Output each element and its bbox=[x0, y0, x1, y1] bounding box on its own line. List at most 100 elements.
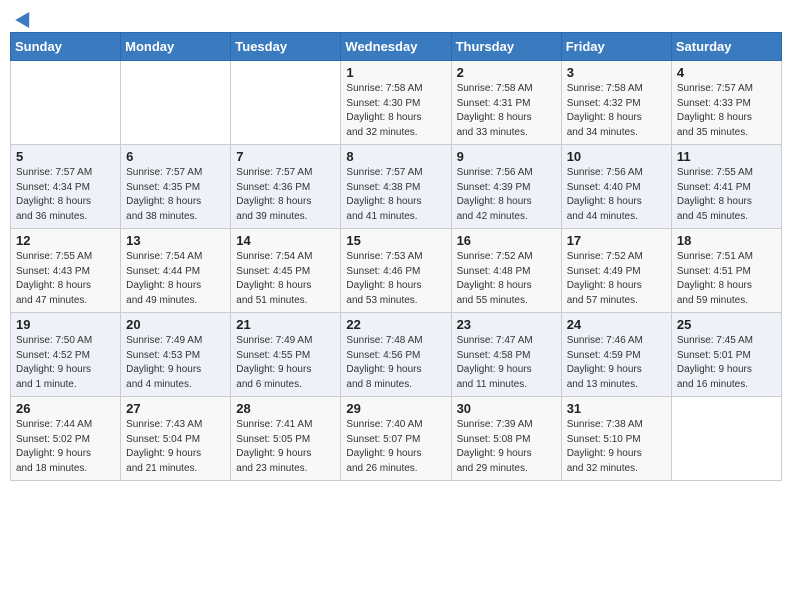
calendar-week-row: 19 Sunrise: 7:50 AM Sunset: 4:52 PM Dayli… bbox=[11, 313, 782, 397]
day-info: Sunrise: 7:52 AM Sunset: 4:48 PM Dayligh… bbox=[457, 250, 556, 308]
day-number: 19 bbox=[16, 317, 115, 332]
page-header bbox=[10, 10, 782, 24]
calendar-cell: 13 Sunrise: 7:54 AM Sunset: 4:44 PM Dayli… bbox=[121, 229, 231, 313]
day-number: 12 bbox=[16, 233, 115, 248]
weekday-header-tuesday: Tuesday bbox=[231, 33, 341, 61]
day-number: 27 bbox=[126, 401, 225, 416]
day-number: 20 bbox=[126, 317, 225, 332]
day-number: 29 bbox=[346, 401, 445, 416]
day-number: 18 bbox=[677, 233, 776, 248]
day-number: 24 bbox=[567, 317, 666, 332]
calendar-cell: 23Sunrise: 7:47 AM Sunset: 4:58 PM Dayli… bbox=[451, 313, 561, 397]
day-info: Sunrise: 7:55 AM Sunset: 4:41 PM Dayligh… bbox=[677, 166, 776, 224]
day-number: 3 bbox=[567, 65, 666, 80]
day-number: 16 bbox=[457, 233, 556, 248]
weekday-header-monday: Monday bbox=[121, 33, 231, 61]
day-info: Sunrise: 7:54 AM Sunset: 4:45 PM Dayligh… bbox=[236, 250, 335, 308]
logo-icon bbox=[15, 8, 36, 28]
calendar-cell: 30 Sunrise: 7:39 AM Sunset: 5:08 PM Dayli… bbox=[451, 397, 561, 481]
calendar-cell: 29 Sunrise: 7:40 AM Sunset: 5:07 PM Dayli… bbox=[341, 397, 451, 481]
day-info: Sunrise: 7:53 AM Sunset: 4:46 PM Dayligh… bbox=[346, 250, 445, 308]
day-info: Sunrise: 7:45 AM Sunset: 5:01 PM Dayligh… bbox=[677, 334, 776, 392]
calendar-cell: 10 Sunrise: 7:56 AM Sunset: 4:40 PM Dayli… bbox=[561, 145, 671, 229]
calendar-cell: 27Sunrise: 7:43 AM Sunset: 5:04 PM Dayli… bbox=[121, 397, 231, 481]
day-number: 25 bbox=[677, 317, 776, 332]
calendar-cell bbox=[671, 397, 781, 481]
calendar-cell: 31Sunrise: 7:38 AM Sunset: 5:10 PM Dayli… bbox=[561, 397, 671, 481]
day-number: 22 bbox=[346, 317, 445, 332]
calendar-cell: 6 Sunrise: 7:57 AM Sunset: 4:35 PM Daylig… bbox=[121, 145, 231, 229]
calendar-cell: 4 Sunrise: 7:57 AM Sunset: 4:33 PM Daylig… bbox=[671, 61, 781, 145]
calendar-table: SundayMondayTuesdayWednesdayThursdayFrid… bbox=[10, 32, 782, 481]
day-info: Sunrise: 7:52 AM Sunset: 4:49 PM Dayligh… bbox=[567, 250, 666, 308]
calendar-cell: 15 Sunrise: 7:53 AM Sunset: 4:46 PM Dayli… bbox=[341, 229, 451, 313]
calendar-cell: 22 Sunrise: 7:48 AM Sunset: 4:56 PM Dayli… bbox=[341, 313, 451, 397]
calendar-cell: 18 Sunrise: 7:51 AM Sunset: 4:51 PM Dayli… bbox=[671, 229, 781, 313]
day-info: Sunrise: 7:57 AM Sunset: 4:34 PM Dayligh… bbox=[16, 166, 115, 224]
day-info: Sunrise: 7:39 AM Sunset: 5:08 PM Dayligh… bbox=[457, 418, 556, 476]
calendar-week-row: 12 Sunrise: 7:55 AM Sunset: 4:43 PM Dayli… bbox=[11, 229, 782, 313]
calendar-week-row: 1Sunrise: 7:58 AM Sunset: 4:30 PM Daylig… bbox=[11, 61, 782, 145]
day-info: Sunrise: 7:57 AM Sunset: 4:38 PM Dayligh… bbox=[346, 166, 445, 224]
calendar-cell: 3 Sunrise: 7:58 AM Sunset: 4:32 PM Daylig… bbox=[561, 61, 671, 145]
day-number: 13 bbox=[126, 233, 225, 248]
weekday-header-saturday: Saturday bbox=[671, 33, 781, 61]
calendar-week-row: 26 Sunrise: 7:44 AM Sunset: 5:02 PM Dayli… bbox=[11, 397, 782, 481]
day-number: 11 bbox=[677, 149, 776, 164]
day-info: Sunrise: 7:51 AM Sunset: 4:51 PM Dayligh… bbox=[677, 250, 776, 308]
day-number: 7 bbox=[236, 149, 335, 164]
day-number: 31 bbox=[567, 401, 666, 416]
day-info: Sunrise: 7:55 AM Sunset: 4:43 PM Dayligh… bbox=[16, 250, 115, 308]
day-info: Sunrise: 7:57 AM Sunset: 4:33 PM Dayligh… bbox=[677, 82, 776, 140]
day-info: Sunrise: 7:44 AM Sunset: 5:02 PM Dayligh… bbox=[16, 418, 115, 476]
calendar-cell: 19 Sunrise: 7:50 AM Sunset: 4:52 PM Dayli… bbox=[11, 313, 121, 397]
day-info: Sunrise: 7:57 AM Sunset: 4:35 PM Dayligh… bbox=[126, 166, 225, 224]
calendar-cell: 17Sunrise: 7:52 AM Sunset: 4:49 PM Dayli… bbox=[561, 229, 671, 313]
day-number: 10 bbox=[567, 149, 666, 164]
day-number: 28 bbox=[236, 401, 335, 416]
day-info: Sunrise: 7:48 AM Sunset: 4:56 PM Dayligh… bbox=[346, 334, 445, 392]
day-info: Sunrise: 7:58 AM Sunset: 4:31 PM Dayligh… bbox=[457, 82, 556, 140]
day-info: Sunrise: 7:49 AM Sunset: 4:53 PM Dayligh… bbox=[126, 334, 225, 392]
calendar-cell: 21Sunrise: 7:49 AM Sunset: 4:55 PM Dayli… bbox=[231, 313, 341, 397]
day-number: 15 bbox=[346, 233, 445, 248]
weekday-header-thursday: Thursday bbox=[451, 33, 561, 61]
day-number: 9 bbox=[457, 149, 556, 164]
calendar-header-row: SundayMondayTuesdayWednesdayThursdayFrid… bbox=[11, 33, 782, 61]
day-info: Sunrise: 7:41 AM Sunset: 5:05 PM Dayligh… bbox=[236, 418, 335, 476]
day-number: 4 bbox=[677, 65, 776, 80]
day-number: 8 bbox=[346, 149, 445, 164]
day-info: Sunrise: 7:57 AM Sunset: 4:36 PM Dayligh… bbox=[236, 166, 335, 224]
calendar-cell: 14 Sunrise: 7:54 AM Sunset: 4:45 PM Dayli… bbox=[231, 229, 341, 313]
day-number: 21 bbox=[236, 317, 335, 332]
calendar-cell: 9Sunrise: 7:56 AM Sunset: 4:39 PM Daylig… bbox=[451, 145, 561, 229]
day-number: 30 bbox=[457, 401, 556, 416]
calendar-cell: 28 Sunrise: 7:41 AM Sunset: 5:05 PM Dayli… bbox=[231, 397, 341, 481]
calendar-cell: 2 Sunrise: 7:58 AM Sunset: 4:31 PM Daylig… bbox=[451, 61, 561, 145]
calendar-cell: 8 Sunrise: 7:57 AM Sunset: 4:38 PM Daylig… bbox=[341, 145, 451, 229]
day-info: Sunrise: 7:58 AM Sunset: 4:32 PM Dayligh… bbox=[567, 82, 666, 140]
day-number: 1 bbox=[346, 65, 445, 80]
weekday-header-sunday: Sunday bbox=[11, 33, 121, 61]
calendar-cell: 11 Sunrise: 7:55 AM Sunset: 4:41 PM Dayli… bbox=[671, 145, 781, 229]
calendar-cell: 25 Sunrise: 7:45 AM Sunset: 5:01 PM Dayli… bbox=[671, 313, 781, 397]
day-info: Sunrise: 7:40 AM Sunset: 5:07 PM Dayligh… bbox=[346, 418, 445, 476]
calendar-cell: 24 Sunrise: 7:46 AM Sunset: 4:59 PM Dayli… bbox=[561, 313, 671, 397]
calendar-cell: 5Sunrise: 7:57 AM Sunset: 4:34 PM Daylig… bbox=[11, 145, 121, 229]
day-info: Sunrise: 7:50 AM Sunset: 4:52 PM Dayligh… bbox=[16, 334, 115, 392]
day-number: 14 bbox=[236, 233, 335, 248]
calendar-cell: 1Sunrise: 7:58 AM Sunset: 4:30 PM Daylig… bbox=[341, 61, 451, 145]
day-number: 2 bbox=[457, 65, 556, 80]
calendar-cell: 20 Sunrise: 7:49 AM Sunset: 4:53 PM Dayli… bbox=[121, 313, 231, 397]
day-number: 23 bbox=[457, 317, 556, 332]
weekday-header-friday: Friday bbox=[561, 33, 671, 61]
calendar-cell bbox=[121, 61, 231, 145]
day-info: Sunrise: 7:54 AM Sunset: 4:44 PM Dayligh… bbox=[126, 250, 225, 308]
day-number: 6 bbox=[126, 149, 225, 164]
day-info: Sunrise: 7:46 AM Sunset: 4:59 PM Dayligh… bbox=[567, 334, 666, 392]
day-number: 26 bbox=[16, 401, 115, 416]
calendar-cell bbox=[231, 61, 341, 145]
weekday-header-wednesday: Wednesday bbox=[341, 33, 451, 61]
day-info: Sunrise: 7:56 AM Sunset: 4:40 PM Dayligh… bbox=[567, 166, 666, 224]
calendar-week-row: 5Sunrise: 7:57 AM Sunset: 4:34 PM Daylig… bbox=[11, 145, 782, 229]
